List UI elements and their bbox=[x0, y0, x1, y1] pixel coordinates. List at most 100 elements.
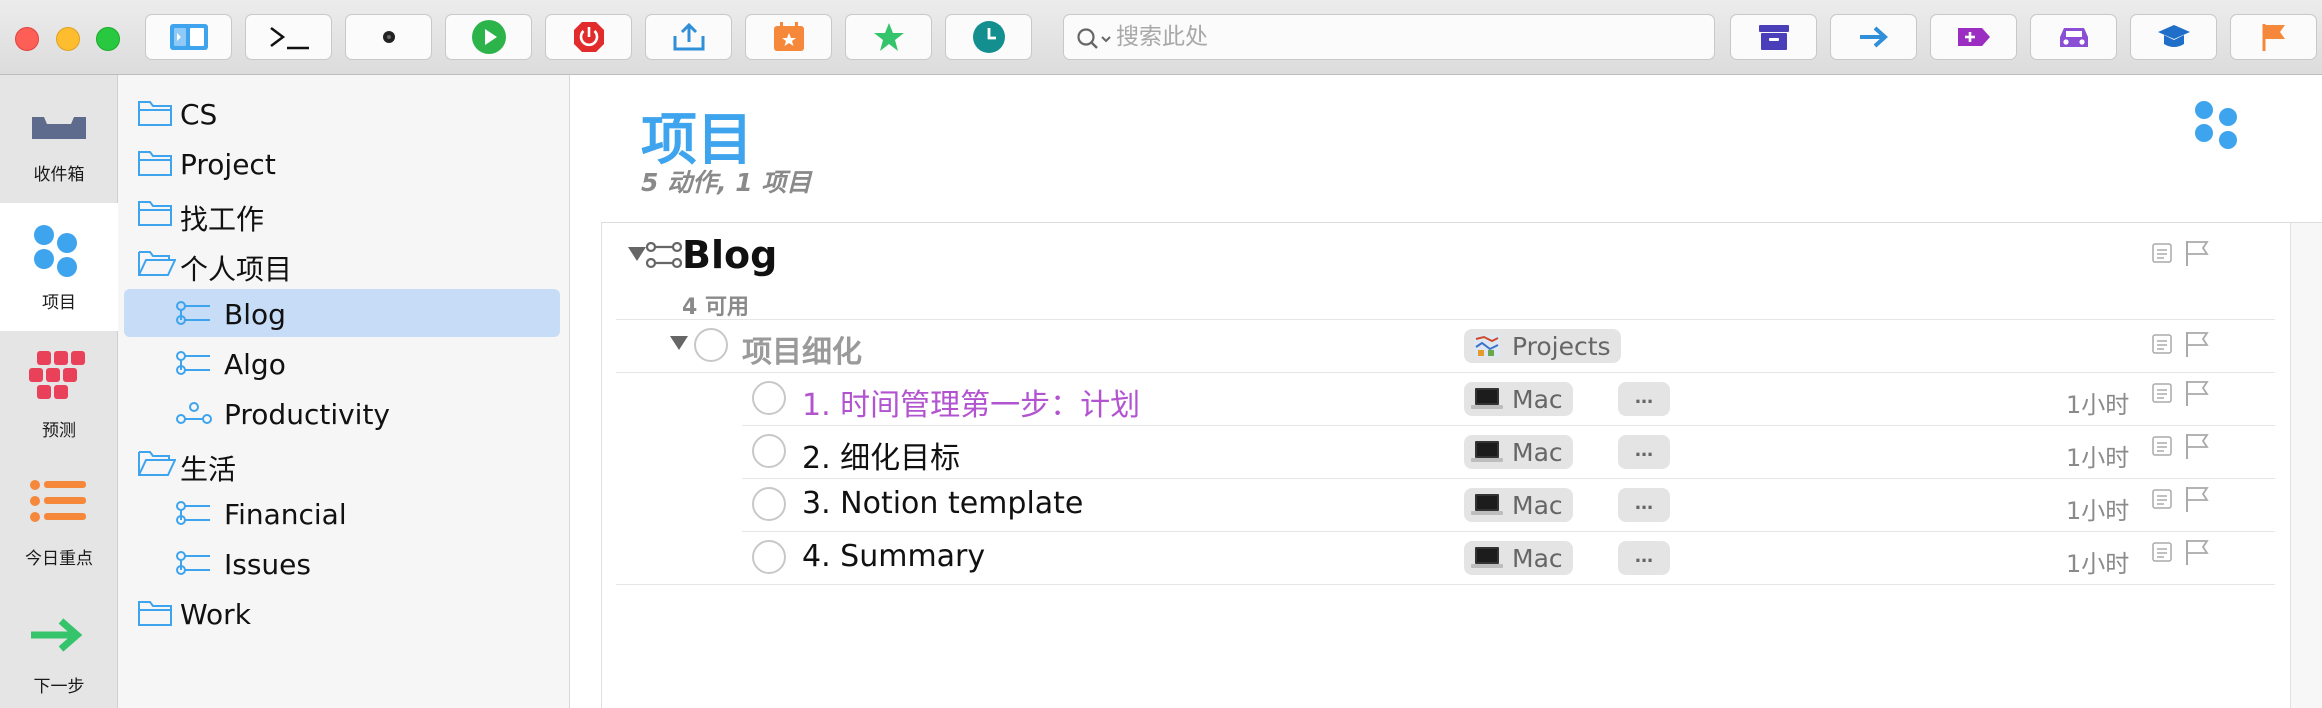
share-button[interactable] bbox=[645, 14, 732, 60]
more-tags-chip[interactable]: ... bbox=[1618, 488, 1670, 522]
more-tags-chip[interactable]: ... bbox=[1618, 435, 1670, 469]
task-row[interactable]: 3. Notion template Mac ... 1小时 bbox=[602, 479, 2292, 531]
flag-icon[interactable] bbox=[2184, 379, 2210, 407]
project-row[interactable]: Blog 4 可用 bbox=[602, 223, 2292, 320]
project-icon bbox=[176, 351, 210, 375]
flag-icon[interactable] bbox=[2184, 485, 2210, 513]
sidebar-item-work[interactable]: Work bbox=[124, 589, 560, 637]
tag-chip[interactable]: Projects bbox=[1464, 329, 1621, 363]
perspective-projects[interactable]: 项目 bbox=[0, 203, 118, 331]
note-icon[interactable] bbox=[2152, 542, 2172, 562]
record-button[interactable] bbox=[345, 14, 432, 60]
tag-label: Mac bbox=[1512, 490, 1563, 520]
task-checkbox[interactable] bbox=[752, 487, 786, 521]
note-icon[interactable] bbox=[2152, 489, 2172, 509]
scrollbar-track[interactable] bbox=[2291, 223, 2322, 708]
flag-icon[interactable] bbox=[2184, 330, 2210, 358]
task-row[interactable]: 4. Summary Mac ... 1小时 bbox=[602, 532, 2292, 584]
perspective-flagged[interactable]: 今日重点 bbox=[0, 459, 118, 587]
tag-chip[interactable]: Mac bbox=[1464, 541, 1573, 575]
perspectives-bar: 收件箱 项目 预测 今日重点 下一步 bbox=[0, 75, 118, 708]
tag-chip[interactable]: Mac bbox=[1464, 435, 1573, 469]
task-row[interactable]: 1. 时间管理第一步：计划 Mac ... 1小时 bbox=[602, 373, 2292, 425]
flag-button[interactable] bbox=[2230, 14, 2317, 60]
sidebar-item-personal-projects[interactable]: 个人项目 bbox=[124, 239, 560, 287]
perspective-label: 预测 bbox=[42, 421, 76, 441]
group-checkbox[interactable] bbox=[694, 328, 728, 362]
tag-label: Mac bbox=[1512, 384, 1563, 414]
play-button[interactable] bbox=[445, 14, 532, 60]
folder-open-icon bbox=[138, 451, 176, 476]
note-icon[interactable] bbox=[2152, 243, 2172, 263]
task-row[interactable]: 2. 细化目标 Mac ... 1小时 bbox=[602, 426, 2292, 478]
sidebar-item-project[interactable]: Project bbox=[124, 139, 560, 187]
tag-label: Mac bbox=[1512, 437, 1563, 467]
flag-icon[interactable] bbox=[2184, 538, 2210, 566]
flag-icon[interactable] bbox=[2184, 432, 2210, 460]
tag-label: Projects bbox=[1512, 331, 1611, 361]
flag-icon[interactable] bbox=[2184, 239, 2210, 267]
sidebar-item-financial[interactable]: Financial bbox=[124, 489, 560, 537]
window-close-button[interactable] bbox=[15, 27, 39, 51]
sidebar-item-blog[interactable]: Blog bbox=[124, 289, 560, 337]
sidebar-item-productivity[interactable]: Productivity bbox=[124, 389, 560, 437]
note-icon[interactable] bbox=[2152, 334, 2172, 354]
single-actions-icon bbox=[176, 402, 212, 424]
more-tags-chip[interactable]: ... bbox=[1618, 541, 1670, 575]
disclosure-triangle-icon[interactable] bbox=[628, 247, 646, 261]
errand-button[interactable] bbox=[2030, 14, 2117, 60]
more-tags-chip[interactable]: ... bbox=[1618, 382, 1670, 416]
move-arrow-icon bbox=[1859, 26, 1888, 48]
add-tag-button[interactable] bbox=[1930, 14, 2017, 60]
task-title[interactable]: 3. Notion template bbox=[802, 486, 1083, 521]
task-title[interactable]: 2. 细化目标 bbox=[802, 433, 960, 477]
note-icon[interactable] bbox=[2152, 383, 2172, 403]
sidebar-item-algo[interactable]: Algo bbox=[124, 339, 560, 387]
study-button[interactable] bbox=[2130, 14, 2217, 60]
perspective-label: 今日重点 bbox=[25, 549, 93, 569]
estimate-label: 1小时 bbox=[2066, 550, 2130, 578]
note-icon[interactable] bbox=[2152, 436, 2172, 456]
sidebar-item-issues[interactable]: Issues bbox=[124, 539, 560, 587]
disclosure-triangle-icon[interactable] bbox=[670, 336, 688, 350]
sidebar-item-life[interactable]: 生活 bbox=[124, 439, 560, 487]
perspective-label: 下一步 bbox=[33, 677, 85, 697]
sidebar-item-label: Project bbox=[180, 148, 276, 181]
sidebar-item-cs[interactable]: CS bbox=[124, 89, 560, 137]
task-title[interactable]: 4. Summary bbox=[802, 539, 985, 574]
laptop-icon bbox=[1471, 388, 1503, 409]
task-checkbox[interactable] bbox=[752, 381, 786, 415]
sidebar-item-job-search[interactable]: 找工作 bbox=[124, 189, 560, 237]
terminal-button[interactable] bbox=[245, 14, 332, 60]
search-box[interactable] bbox=[1063, 14, 1715, 60]
task-checkbox[interactable] bbox=[752, 434, 786, 468]
defer-calendar-button[interactable] bbox=[745, 14, 832, 60]
laptop-icon bbox=[1471, 441, 1503, 462]
project-title[interactable]: Blog bbox=[682, 233, 777, 277]
project-icon bbox=[176, 501, 210, 525]
group-title[interactable]: 项目细化 bbox=[742, 327, 862, 371]
star-button[interactable] bbox=[845, 14, 932, 60]
archive-button[interactable] bbox=[1730, 14, 1817, 60]
sidebar-item-label: Financial bbox=[224, 498, 347, 531]
toggle-sidebar-button[interactable] bbox=[145, 14, 232, 60]
tag-chip[interactable]: Mac bbox=[1464, 488, 1573, 522]
task-title[interactable]: 1. 时间管理第一步：计划 bbox=[802, 380, 1140, 424]
window-zoom-button[interactable] bbox=[96, 27, 120, 51]
power-button[interactable] bbox=[545, 14, 632, 60]
clock-button[interactable] bbox=[945, 14, 1032, 60]
sidebar-item-label: CS bbox=[180, 98, 218, 131]
window-minimize-button[interactable] bbox=[56, 27, 80, 51]
sidebar-item-label: Work bbox=[180, 598, 251, 631]
move-button[interactable] bbox=[1830, 14, 1917, 60]
perspective-inbox[interactable]: 收件箱 bbox=[0, 75, 118, 203]
task-checkbox[interactable] bbox=[752, 540, 786, 574]
tag-chip[interactable]: Mac bbox=[1464, 382, 1573, 416]
action-group-row[interactable]: 项目细化 Projects bbox=[602, 320, 2292, 372]
folder-icon bbox=[138, 601, 172, 626]
perspective-forecast[interactable]: 预测 bbox=[0, 331, 118, 459]
search-input[interactable] bbox=[1116, 19, 1696, 55]
perspective-next[interactable]: 下一步 bbox=[0, 587, 118, 708]
project-icon bbox=[176, 301, 210, 325]
estimate-label: 1小时 bbox=[2066, 391, 2130, 419]
